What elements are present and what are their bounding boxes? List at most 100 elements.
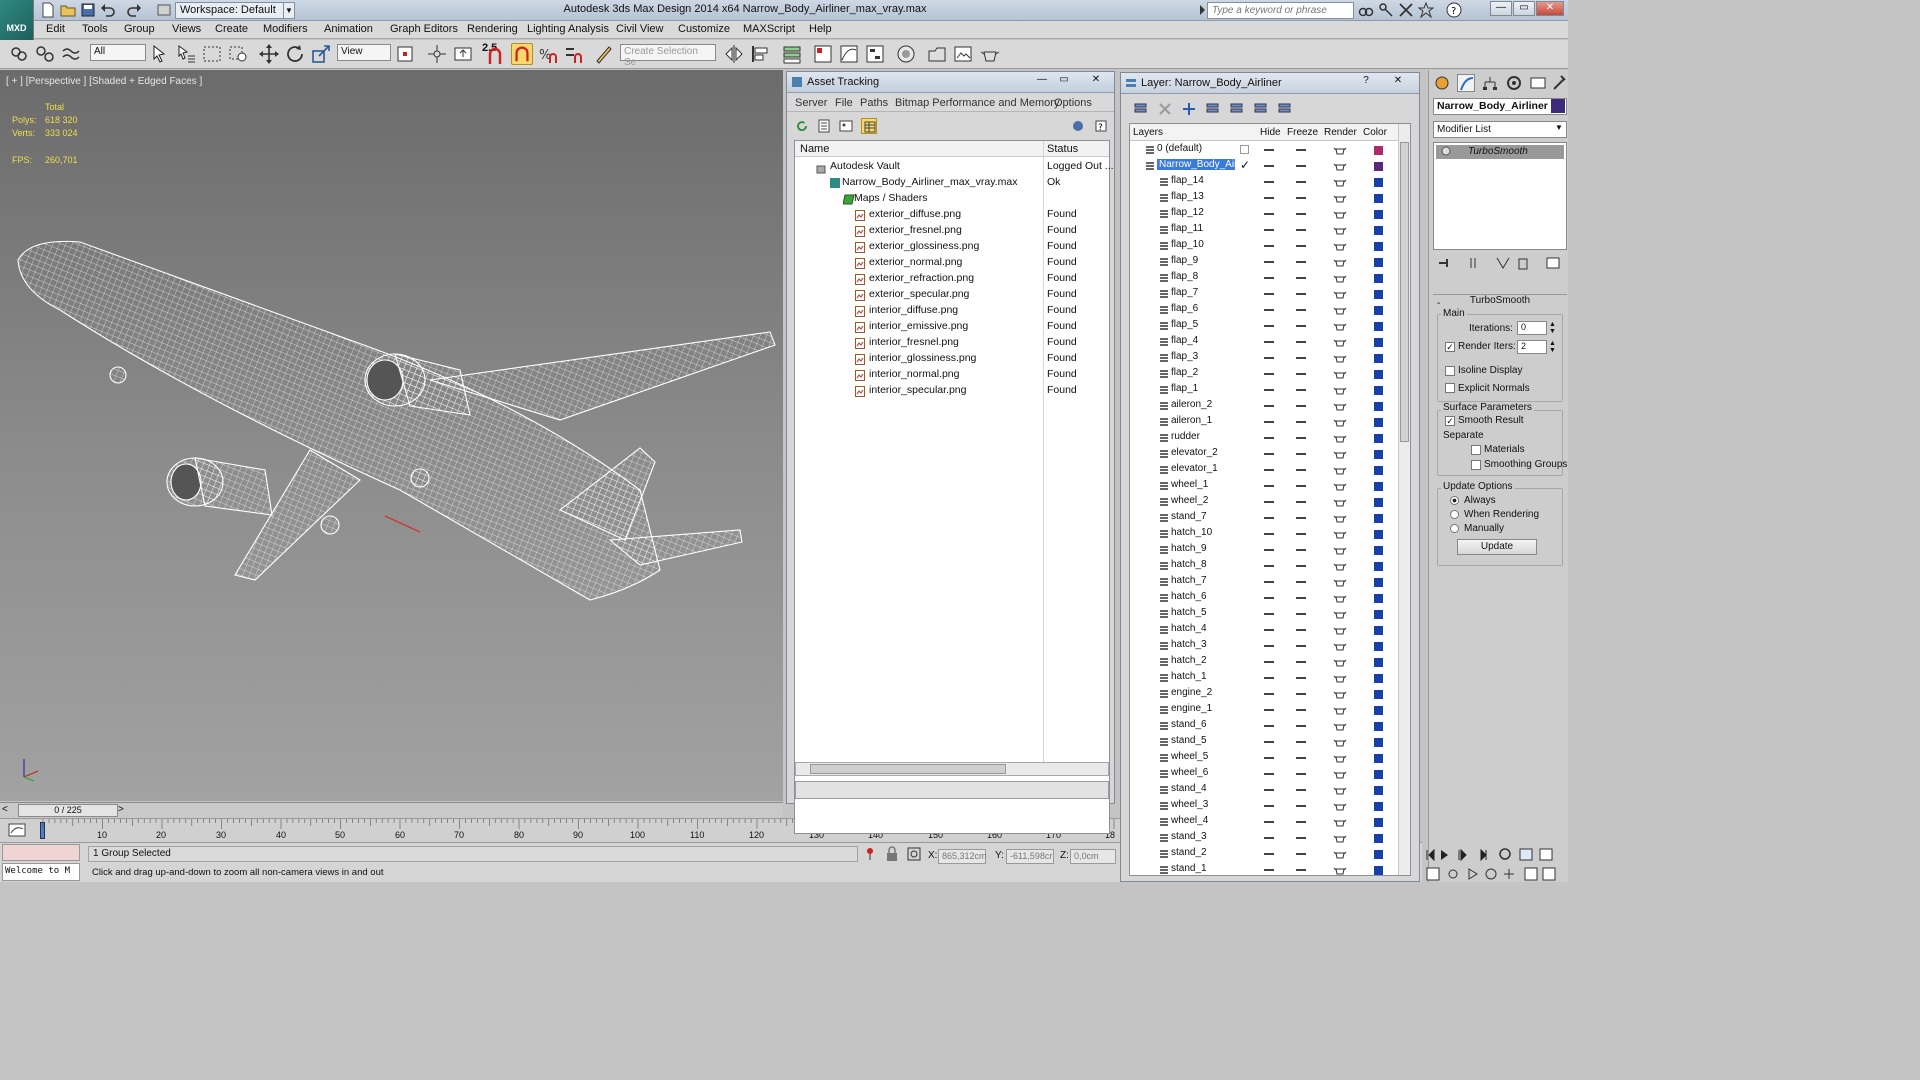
hide-toggle-icon[interactable] bbox=[1264, 245, 1274, 247]
layer-name[interactable]: flap_5 bbox=[1171, 319, 1198, 330]
hide-toggle-icon[interactable] bbox=[1264, 645, 1274, 647]
layer-color-swatch[interactable] bbox=[1374, 866, 1383, 875]
asset-list-view-icon[interactable] bbox=[817, 119, 831, 133]
maxscript-mini-listener[interactable]: Welcome to M bbox=[2, 863, 80, 881]
make-unique-icon[interactable] bbox=[1495, 256, 1511, 270]
layer-name[interactable]: hatch_4 bbox=[1171, 623, 1207, 634]
freeze-toggle-icon[interactable] bbox=[1296, 389, 1306, 391]
layer-color-swatch[interactable] bbox=[1374, 242, 1383, 251]
playback-controls[interactable] bbox=[1425, 846, 1565, 864]
render-teapot-icon[interactable] bbox=[1333, 688, 1347, 700]
layer-name[interactable]: flap_4 bbox=[1171, 335, 1198, 346]
render-teapot-icon[interactable] bbox=[1333, 464, 1347, 476]
layer-name[interactable]: stand_1 bbox=[1171, 863, 1207, 874]
layer-row[interactable]: flap_14 bbox=[1130, 174, 1400, 190]
hide-toggle-icon[interactable] bbox=[1264, 853, 1274, 855]
layer-row[interactable]: flap_12 bbox=[1130, 206, 1400, 222]
key-icon[interactable] bbox=[1378, 2, 1394, 18]
layer-color-swatch[interactable] bbox=[1374, 306, 1383, 315]
unlink-icon[interactable] bbox=[34, 43, 56, 65]
hide-toggle-icon[interactable] bbox=[1264, 389, 1274, 391]
layer-color-swatch[interactable] bbox=[1374, 274, 1383, 283]
freeze-toggle-icon[interactable] bbox=[1296, 277, 1306, 279]
render-teapot-icon[interactable] bbox=[1333, 144, 1347, 156]
layer-name[interactable]: flap_1 bbox=[1171, 383, 1198, 394]
layer-row[interactable]: flap_5 bbox=[1130, 318, 1400, 334]
freeze-toggle-icon[interactable] bbox=[1296, 837, 1306, 839]
layer-color-swatch[interactable] bbox=[1374, 258, 1383, 267]
remove-modifier-icon[interactable] bbox=[1515, 256, 1531, 270]
layer-color-swatch[interactable] bbox=[1374, 626, 1383, 635]
hide-toggle-icon[interactable] bbox=[1264, 789, 1274, 791]
layer-row-active[interactable]: Narrow_Body_Airlin ✓ bbox=[1130, 158, 1400, 174]
reference-coordinate-dropdown[interactable]: View bbox=[337, 44, 391, 61]
time-prev-arrow-icon[interactable]: < bbox=[2, 804, 8, 815]
layer-name[interactable]: flap_10 bbox=[1171, 239, 1204, 250]
layer-row[interactable]: stand_2 bbox=[1130, 846, 1400, 862]
angle-snap-icon[interactable] bbox=[511, 43, 533, 65]
freeze-toggle-icon[interactable] bbox=[1296, 437, 1306, 439]
freeze-toggle-icon[interactable] bbox=[1296, 165, 1306, 167]
asset-close-button[interactable]: ✕ bbox=[1087, 74, 1105, 89]
freeze-toggle-icon[interactable] bbox=[1296, 293, 1306, 295]
layer-name[interactable]: flap_8 bbox=[1171, 271, 1198, 282]
tools-icon[interactable] bbox=[1398, 2, 1414, 18]
menu-help[interactable]: Help bbox=[809, 23, 832, 35]
airliner-wireframe-model[interactable] bbox=[0, 70, 783, 801]
layer-color-swatch[interactable] bbox=[1374, 194, 1383, 203]
layer-color-swatch[interactable] bbox=[1374, 850, 1383, 859]
hide-toggle-icon[interactable] bbox=[1264, 405, 1274, 407]
modify-panel-icon[interactable] bbox=[1457, 74, 1475, 92]
layer-row[interactable]: hatch_9 bbox=[1130, 542, 1400, 558]
render-teapot-icon[interactable] bbox=[1333, 416, 1347, 428]
modifier-list-arrow-icon[interactable]: ▼ bbox=[1555, 123, 1563, 132]
render-teapot-icon[interactable] bbox=[1333, 864, 1347, 876]
layer-row[interactable]: hatch_5 bbox=[1130, 606, 1400, 622]
render-teapot-icon[interactable] bbox=[1333, 512, 1347, 524]
app-logo-button[interactable]: MXD bbox=[0, 0, 34, 40]
layer-name[interactable]: hatch_2 bbox=[1171, 655, 1207, 666]
layer-color-swatch[interactable] bbox=[1374, 802, 1383, 811]
asset-horizontal-scrollbar[interactable] bbox=[795, 762, 1109, 776]
layer-color-swatch[interactable] bbox=[1374, 450, 1383, 459]
layer-color-swatch[interactable] bbox=[1374, 162, 1383, 171]
search-expand-icon[interactable] bbox=[1199, 4, 1206, 16]
menu-tools[interactable]: Tools bbox=[82, 23, 108, 35]
layer-name[interactable]: flap_2 bbox=[1171, 367, 1198, 378]
select-highlighted-objects-icon[interactable] bbox=[1205, 101, 1221, 117]
close-button[interactable]: ✕ bbox=[1536, 1, 1564, 16]
asset-refresh-icon[interactable] bbox=[795, 119, 809, 133]
hide-toggle-icon[interactable] bbox=[1264, 581, 1274, 583]
redo-icon[interactable] bbox=[126, 2, 142, 18]
z-coord-field[interactable]: 0,0cm bbox=[1070, 849, 1116, 864]
freeze-toggle-icon[interactable] bbox=[1296, 709, 1306, 711]
layer-color-swatch[interactable] bbox=[1374, 226, 1383, 235]
render-teapot-icon[interactable] bbox=[1333, 624, 1347, 636]
layer-row-default[interactable]: 0 (default) bbox=[1130, 142, 1400, 158]
hide-toggle-icon[interactable] bbox=[1264, 565, 1274, 567]
layer-column-layers[interactable]: Layers bbox=[1133, 127, 1163, 138]
layer-row[interactable]: aileron_2 bbox=[1130, 398, 1400, 414]
asset-minimize-button[interactable]: — bbox=[1033, 74, 1051, 89]
hide-toggle-icon[interactable] bbox=[1264, 453, 1274, 455]
workspace-arrow-icon[interactable]: ▼ bbox=[283, 2, 295, 19]
layer-color-swatch[interactable] bbox=[1374, 738, 1383, 747]
freeze-toggle-icon[interactable] bbox=[1296, 357, 1306, 359]
render-teapot-icon[interactable] bbox=[1333, 320, 1347, 332]
layer-name[interactable]: hatch_9 bbox=[1171, 543, 1207, 554]
freeze-toggle-icon[interactable] bbox=[1296, 341, 1306, 343]
render-teapot-icon[interactable] bbox=[1333, 432, 1347, 444]
render-teapot-icon[interactable] bbox=[1333, 336, 1347, 348]
layer-name[interactable]: hatch_8 bbox=[1171, 559, 1207, 570]
render-teapot-icon[interactable] bbox=[1333, 544, 1347, 556]
layer-name[interactable]: hatch_5 bbox=[1171, 607, 1207, 618]
render-teapot-icon[interactable] bbox=[1333, 176, 1347, 188]
freeze-toggle-icon[interactable] bbox=[1296, 213, 1306, 215]
perspective-viewport[interactable]: [ + ] [Perspective ] [Shaded + Edged Fac… bbox=[0, 70, 783, 801]
layer-name[interactable]: wheel_6 bbox=[1171, 767, 1208, 778]
schematic-view-icon[interactable] bbox=[864, 43, 886, 65]
freeze-toggle-icon[interactable] bbox=[1296, 517, 1306, 519]
smooth-result-checkbox[interactable]: ✓ bbox=[1445, 416, 1455, 426]
freeze-toggle-icon[interactable] bbox=[1296, 181, 1306, 183]
render-teapot-icon[interactable] bbox=[1333, 288, 1347, 300]
